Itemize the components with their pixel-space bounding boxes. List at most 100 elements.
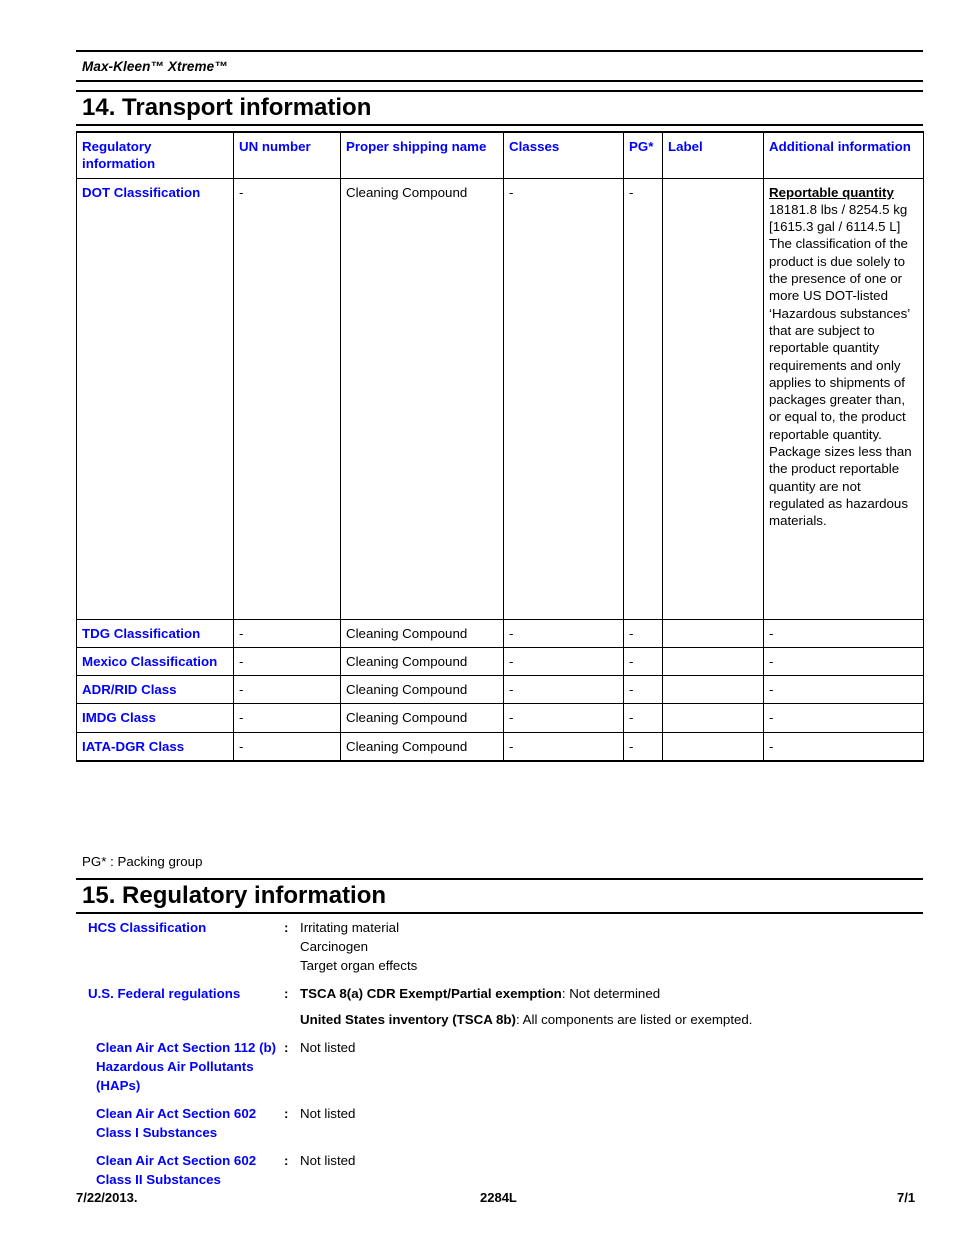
cell-proper-shipping-name: Cleaning Compound [340,177,504,620]
regulatory-row-clean-air-act-section-602-class-i: Clean Air Act Section 602 Class I Substa… [76,1104,936,1142]
cell-additional-information: - [763,618,924,648]
cell-additional-information: - [763,703,924,733]
cell-un-number: - [233,703,341,733]
value-line-emphasis: United States inventory (TSCA 8b) [300,1012,516,1027]
value-line-rest: : All components are listed or exempted. [515,1012,753,1027]
cell-regulatory-information: TDG Classification [76,618,234,648]
row-label: Clean Air Act Section 112 (b) Hazardous … [96,1040,277,1093]
footer-page-number: 7/1 [897,1190,916,1205]
row-label: HCS Classification [88,920,207,935]
regulatory-information-list: HCS Classification : Irritating material… [76,918,936,1198]
cell-label [662,646,764,677]
row-label: U.S. Federal regulations [88,986,241,1001]
value-line-emphasis: TSCA 8(a) CDR Exempt/Partial exemption [300,986,562,1001]
transport-information-table: Regulatory information UN number Proper … [76,130,924,763]
value-line: Target organ effects [300,958,418,973]
row-colon: : [284,1153,289,1168]
cell-un-number: - [233,618,341,648]
cell-regulatory-information: DOT Classification [76,177,234,620]
cell-proper-shipping-name: Cleaning Compound [340,675,504,705]
column-header-un-number: UN number [233,130,341,179]
value-line: Carcinogen [300,939,369,954]
cell-regulatory-information: Mexico Classification [76,646,234,677]
reportable-quantity-text: 18181.8 lbs / 8254.5 kg [1615.3 gal / 61… [769,201,912,529]
section-15-title: 15. Regulatory information [82,882,387,910]
cell-label [662,675,764,705]
cell-label [662,703,764,733]
cell-additional-information: - [763,646,924,677]
cell-classes: - [503,618,624,648]
section-15-heading: 15. Regulatory information [76,878,923,914]
page-footer: 7/22/2013. 2284L 7/1 [76,1190,954,1210]
reportable-quantity-title: Reportable quantity [769,184,894,200]
cell-additional-information: - [763,731,924,763]
row-label: Clean Air Act Section 602 Class I Substa… [96,1106,257,1140]
cell-additional-information: - [763,675,924,705]
column-header-proper-shipping-name: Proper shipping name [340,130,504,179]
cell-classes: - [503,703,624,733]
column-header-additional-information: Additional information [763,130,924,179]
cell-proper-shipping-name: Cleaning Compound [340,731,504,763]
value-line: Irritating material [300,920,400,935]
cell-proper-shipping-name: Cleaning Compound [340,618,504,648]
cell-pg: - [623,675,663,705]
cell-pg: - [623,703,663,733]
column-header-regulatory-information: Regulatory information [76,130,234,179]
table-row: IATA-DGR Class - Cleaning Compound - - - [76,731,924,763]
column-header-classes: Classes [503,130,624,179]
regulatory-row-us-federal-regulations: U.S. Federal regulations : TSCA 8(a) CDR… [76,984,936,1029]
column-header-pg: PG* [623,130,663,179]
cell-un-number: - [233,675,341,705]
cell-pg: - [623,618,663,648]
value-line-rest: : Not determined [561,986,661,1001]
row-label: Clean Air Act Section 602 Class II Subst… [96,1153,257,1187]
cell-label [662,618,764,648]
row-value: Not listed [300,1151,936,1170]
row-colon: : [284,1106,289,1121]
row-value: Not listed [300,1104,936,1123]
cell-label [662,731,764,763]
table-header-row: Regulatory information UN number Proper … [76,130,924,179]
regulatory-row-hcs-classification: HCS Classification : Irritating material… [76,918,936,975]
regulatory-row-clean-air-act-section-602-class-ii: Clean Air Act Section 602 Class II Subst… [76,1151,936,1189]
row-colon: : [284,986,289,1001]
cell-classes: - [503,675,624,705]
row-value: TSCA 8(a) CDR Exempt/Partial exemption: … [300,984,936,1029]
column-header-label: Label [662,130,764,179]
packing-group-footnote: PG* : Packing group [82,854,203,869]
cell-classes: - [503,731,624,763]
transport-table-header: Regulatory information UN number Proper … [76,130,924,179]
product-name: Max-Kleen™ Xtreme™ [82,58,228,74]
cell-label [662,177,764,620]
table-row: TDG Classification - Cleaning Compound -… [76,618,924,648]
cell-additional-information: Reportable quantity 18181.8 lbs / 8254.5… [763,177,924,620]
cell-un-number: - [233,731,341,763]
cell-classes: - [503,177,624,620]
table-row: DOT Classification - Cleaning Compound -… [76,177,924,620]
cell-pg: - [623,646,663,677]
value-line-tsca-8a: TSCA 8(a) CDR Exempt/Partial exemption: … [300,984,936,1003]
cell-un-number: - [233,177,341,620]
footer-date: 7/22/2013. [76,1190,138,1205]
value-line-tsca-8b: United States inventory (TSCA 8b): All c… [300,1010,936,1029]
sds-page: Max-Kleen™ Xtreme™ 14. Transport informa… [0,0,954,1235]
value-line: Not listed [300,1106,356,1121]
cell-proper-shipping-name: Cleaning Compound [340,703,504,733]
transport-table-body: DOT Classification - Cleaning Compound -… [76,177,924,763]
cell-un-number: - [233,646,341,677]
regulatory-row-clean-air-act-section-112: Clean Air Act Section 112 (b) Hazardous … [76,1038,936,1095]
cell-pg: - [623,177,663,620]
table-row: IMDG Class - Cleaning Compound - - - [76,703,924,733]
footer-document-code: 2284L [480,1190,517,1205]
cell-regulatory-information: IMDG Class [76,703,234,733]
section-14-title: 14. Transport information [82,94,372,122]
table-row: Mexico Classification - Cleaning Compoun… [76,646,924,677]
value-line: Not listed [300,1153,356,1168]
cell-regulatory-information: IATA-DGR Class [76,731,234,763]
cell-classes: - [503,646,624,677]
document-running-header: Max-Kleen™ Xtreme™ [76,50,923,82]
row-colon: : [284,1040,289,1055]
cell-pg: - [623,731,663,763]
row-value: Irritating material Carcinogen Target or… [300,918,936,975]
table-row: ADR/RID Class - Cleaning Compound - - - [76,675,924,705]
